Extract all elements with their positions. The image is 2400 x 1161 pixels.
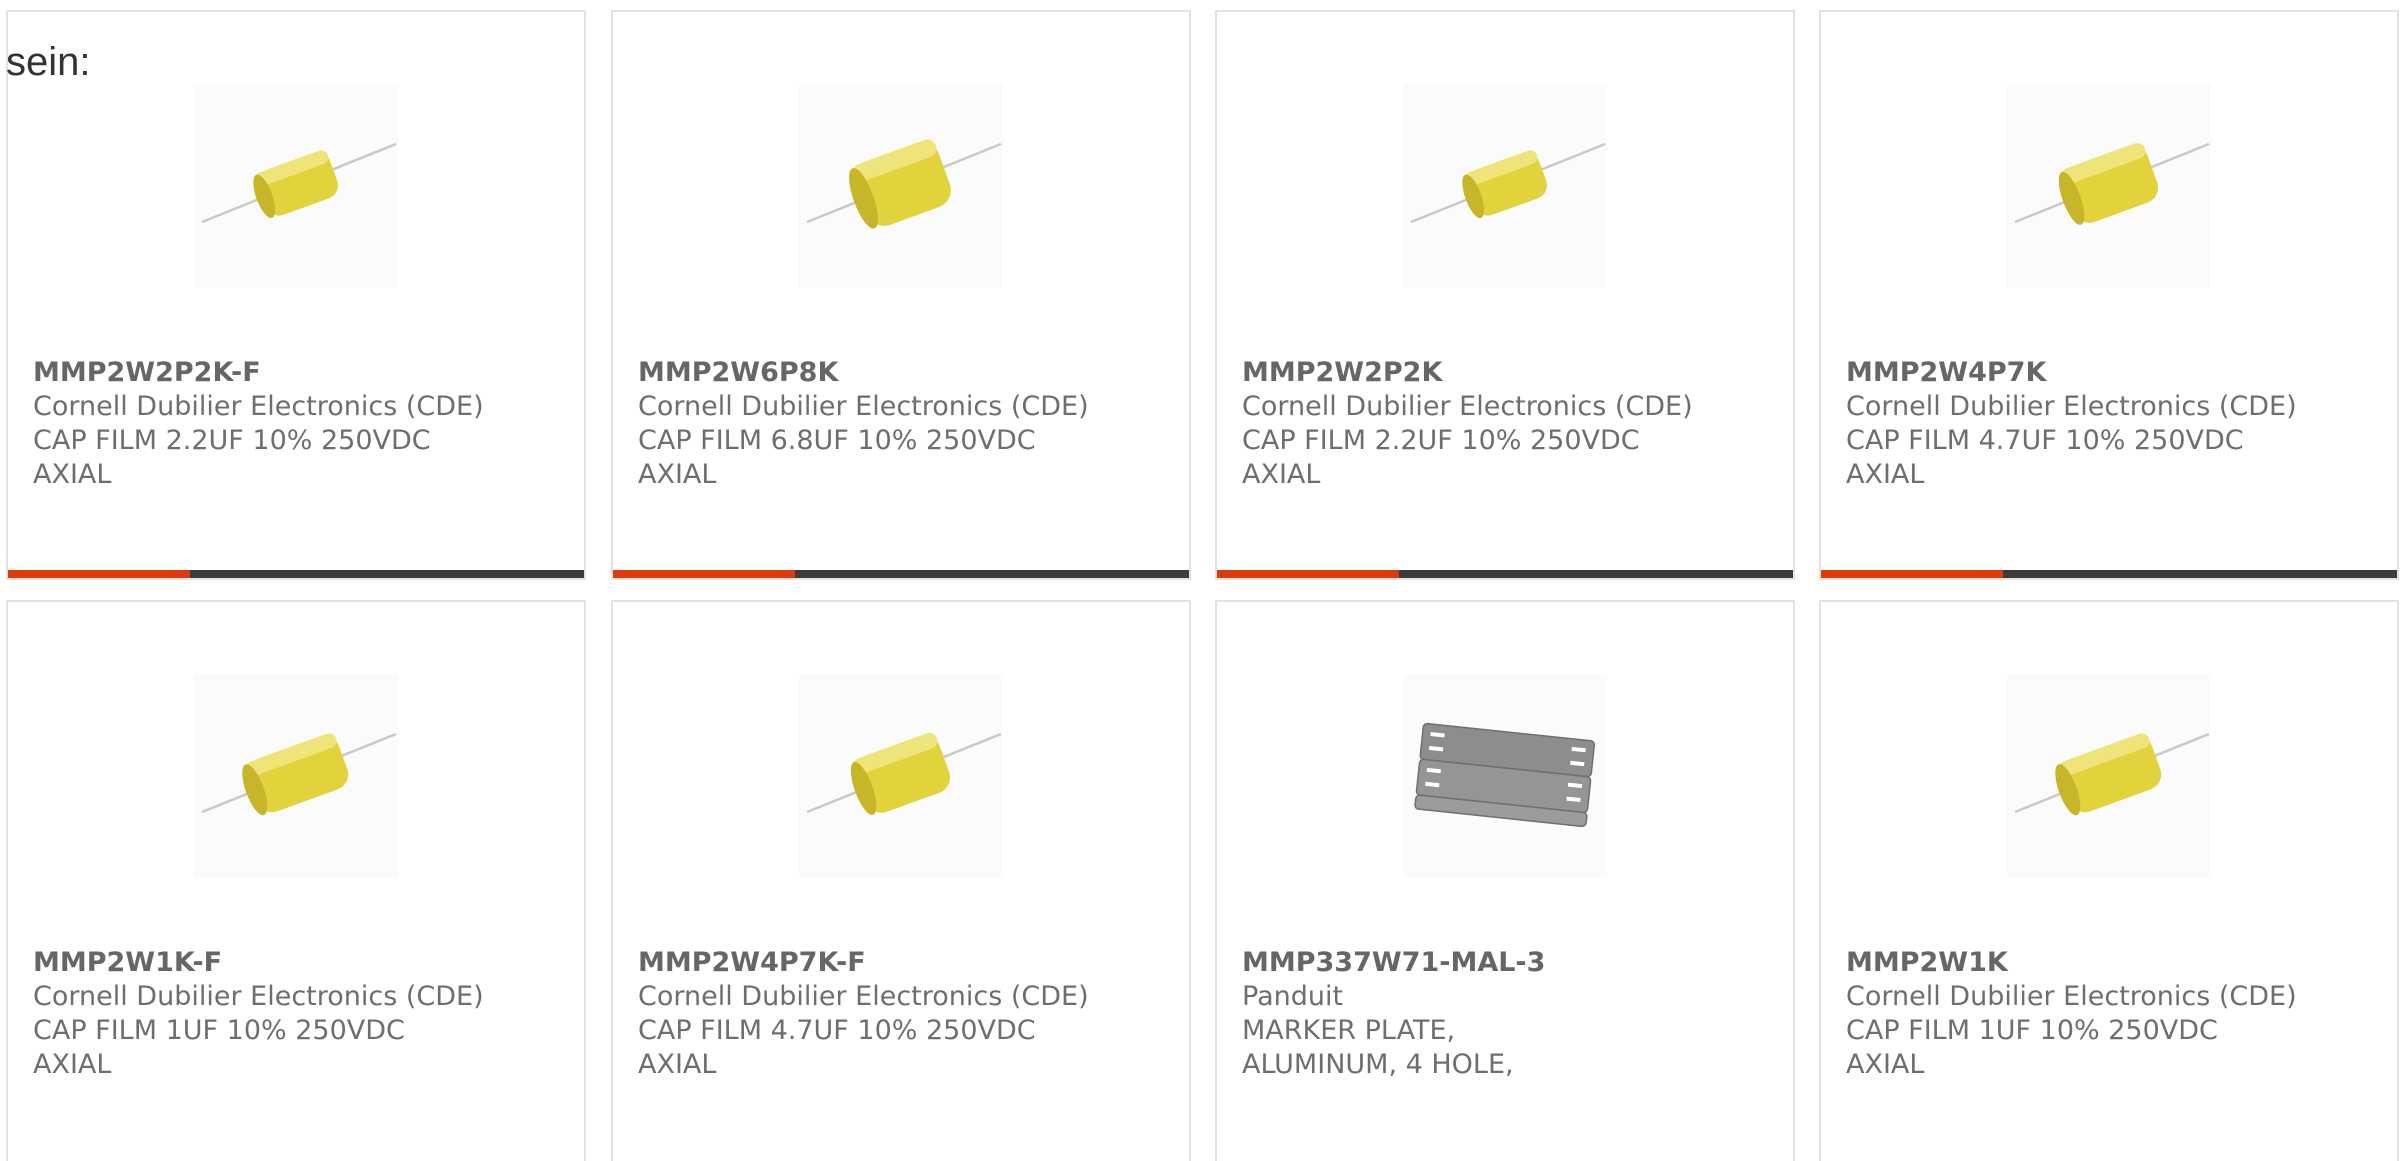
product-description: CAP FILM 6.8UF 10% 250VDC AXIAL: [638, 425, 1036, 490]
product-description: CAP FILM 4.7UF 10% 250VDC AXIAL: [638, 1015, 1036, 1080]
manufacturer: Cornell Dubilier Electronics (CDE): [33, 981, 484, 1012]
card-accent-fill: [1217, 570, 1399, 578]
lead-text: sein:: [6, 40, 91, 84]
part-number[interactable]: MMP2W2P2K-F: [33, 356, 553, 390]
card-accent-fill: [8, 570, 190, 578]
film-capacitor-icon: [2007, 674, 2211, 878]
marker-plate-icon: [1403, 674, 1607, 878]
card-accent-fill: [613, 570, 795, 578]
film-capacitor-icon: [194, 84, 398, 288]
manufacturer: Cornell Dubilier Electronics (CDE): [638, 391, 1089, 422]
film-capacitor-icon: [799, 84, 1003, 288]
part-number[interactable]: MMP2W1K: [1846, 946, 2366, 980]
manufacturer: Cornell Dubilier Electronics (CDE): [1242, 391, 1693, 422]
card-accent-fill: [1821, 570, 2003, 578]
product-description: CAP FILM 2.2UF 10% 250VDC AXIAL: [1242, 425, 1640, 490]
film-capacitor-icon: [1403, 84, 1607, 288]
product-info: MMP2W1K-F Cornell Dubilier Electronics (…: [33, 946, 553, 1082]
product-info: MMP2W2P2K Cornell Dubilier Electronics (…: [1242, 356, 1762, 492]
product-card[interactable]: MMP2W1K Cornell Dubilier Electronics (CD…: [1819, 600, 2399, 1161]
product-info: MMP2W2P2K-F Cornell Dubilier Electronics…: [33, 356, 553, 492]
manufacturer: Cornell Dubilier Electronics (CDE): [638, 981, 1089, 1012]
card-accent-bar: [1821, 570, 2397, 578]
product-info: MMP337W71-MAL-3 Panduit MARKER PLATE, AL…: [1242, 946, 1762, 1082]
product-card[interactable]: MMP2W4P7K Cornell Dubilier Electronics (…: [1819, 10, 2399, 580]
product-description: MARKER PLATE, ALUMINUM, 4 HOLE,: [1242, 1015, 1514, 1080]
part-number[interactable]: MMP2W4P7K-F: [638, 946, 1158, 980]
part-number[interactable]: MMP2W1K-F: [33, 946, 553, 980]
film-capacitor-icon: [799, 674, 1003, 878]
product-description: CAP FILM 1UF 10% 250VDC AXIAL: [1846, 1015, 2218, 1080]
product-info: MMP2W6P8K Cornell Dubilier Electronics (…: [638, 356, 1158, 492]
product-description: CAP FILM 2.2UF 10% 250VDC AXIAL: [33, 425, 431, 490]
product-description: CAP FILM 4.7UF 10% 250VDC AXIAL: [1846, 425, 2244, 490]
card-accent-bar: [613, 570, 1189, 578]
manufacturer: Panduit: [1242, 981, 1344, 1012]
product-card[interactable]: MMP2W2P2K Cornell Dubilier Electronics (…: [1215, 10, 1795, 580]
manufacturer: Cornell Dubilier Electronics (CDE): [1846, 981, 2297, 1012]
film-capacitor-icon: [194, 674, 398, 878]
manufacturer: Cornell Dubilier Electronics (CDE): [1846, 391, 2297, 422]
part-number[interactable]: MMP2W6P8K: [638, 356, 1158, 390]
part-number[interactable]: MMP2W2P2K: [1242, 356, 1762, 390]
product-card[interactable]: MMP2W1K-F Cornell Dubilier Electronics (…: [6, 600, 586, 1161]
product-info: MMP2W1K Cornell Dubilier Electronics (CD…: [1846, 946, 2366, 1082]
part-number[interactable]: MMP2W4P7K: [1846, 356, 2366, 390]
product-card[interactable]: MMP2W4P7K-F Cornell Dubilier Electronics…: [611, 600, 1191, 1161]
product-card[interactable]: MMP2W2P2K-F Cornell Dubilier Electronics…: [6, 10, 586, 580]
product-card[interactable]: MMP337W71-MAL-3 Panduit MARKER PLATE, AL…: [1215, 600, 1795, 1161]
card-accent-bar: [8, 570, 584, 578]
product-description: CAP FILM 1UF 10% 250VDC AXIAL: [33, 1015, 405, 1080]
product-info: MMP2W4P7K-F Cornell Dubilier Electronics…: [638, 946, 1158, 1082]
product-grid-page: sein: MMP2W2P2K-F Cornell Dubilier Elect…: [0, 0, 2400, 1161]
product-info: MMP2W4P7K Cornell Dubilier Electronics (…: [1846, 356, 2366, 492]
part-number[interactable]: MMP337W71-MAL-3: [1242, 946, 1762, 980]
film-capacitor-icon: [2007, 84, 2211, 288]
card-accent-bar: [1217, 570, 1793, 578]
manufacturer: Cornell Dubilier Electronics (CDE): [33, 391, 484, 422]
product-card[interactable]: MMP2W6P8K Cornell Dubilier Electronics (…: [611, 10, 1191, 580]
